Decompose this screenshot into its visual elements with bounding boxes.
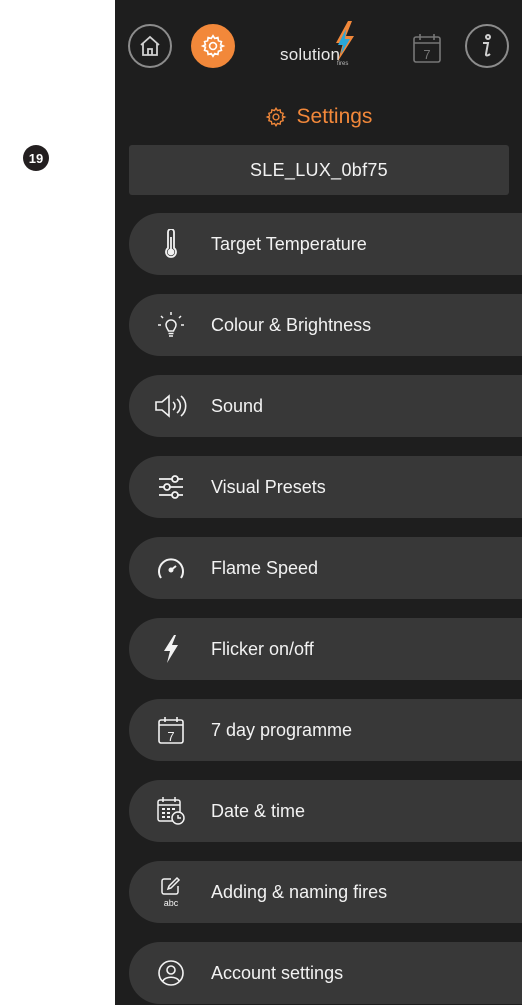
schedule-button[interactable]: 7: [412, 32, 442, 69]
edit-name-icon: abc: [153, 874, 189, 910]
gear-icon: [265, 107, 286, 127]
logo-bolt-icon: [336, 21, 354, 61]
lightning-bolt-icon: [153, 631, 189, 667]
solution-fires-logo: solution fires: [275, 21, 375, 73]
logo-subtext: fires: [337, 61, 349, 67]
menu-item-label: 7 day programme: [211, 719, 353, 740]
menu-item-visual-presets[interactable]: Visual Presets: [129, 456, 522, 518]
menu-item-label: Colour & Brightness: [211, 314, 372, 335]
lightbulb-icon: [153, 307, 189, 343]
home-icon: [140, 35, 160, 56]
icon-abc-text: abc: [164, 898, 179, 908]
calendar-icon-day: 7: [167, 729, 174, 744]
menu-item-label: Adding & naming fires: [211, 881, 388, 902]
menu-item-adding-naming-fires[interactable]: abc Adding & naming fires: [129, 861, 522, 923]
user-icon: [153, 955, 189, 991]
menu-item-label: Flicker on/off: [211, 638, 314, 659]
top-bar: solution fires 7: [115, 0, 522, 95]
speaker-icon: [153, 388, 189, 424]
app-screen: solution fires 7 Settings SLE_LUX_0bf75 …: [115, 0, 522, 1005]
info-icon: [483, 34, 491, 57]
menu-item-label: Target Temperature: [211, 233, 367, 254]
info-button[interactable]: [465, 24, 509, 68]
menu-item-flicker[interactable]: Flicker on/off: [129, 618, 522, 680]
sliders-icon: [153, 469, 189, 505]
home-button[interactable]: [128, 24, 172, 68]
menu-item-colour-brightness[interactable]: Colour & Brightness: [129, 294, 522, 356]
settings-button[interactable]: [191, 24, 235, 68]
thermometer-icon: [153, 226, 189, 262]
menu-item-7-day-programme[interactable]: 7 7 day programme: [129, 699, 522, 761]
settings-menu: Target Temperature Colour & Brightness S…: [129, 213, 522, 1005]
menu-item-label: Visual Presets: [211, 476, 326, 497]
calendar-icon: 7: [153, 712, 189, 748]
menu-item-label: Account settings: [211, 962, 344, 983]
device-selector[interactable]: SLE_LUX_0bf75: [129, 145, 509, 195]
gear-icon: [200, 34, 226, 58]
calendar-day-text: 7: [423, 47, 430, 62]
page-title: Settings: [115, 100, 522, 134]
menu-item-sound[interactable]: Sound: [129, 375, 522, 437]
calendar-clock-icon: [153, 793, 189, 829]
menu-item-label: Date & time: [211, 800, 306, 821]
menu-item-target-temperature[interactable]: Target Temperature: [129, 213, 522, 275]
calendar-icon: 7: [413, 34, 441, 63]
menu-item-date-time[interactable]: Date & time: [129, 780, 522, 842]
speedometer-icon: [153, 550, 189, 586]
menu-item-label: Sound: [211, 395, 264, 416]
menu-item-flame-speed[interactable]: Flame Speed: [129, 537, 522, 599]
menu-item-label: Flame Speed: [211, 557, 319, 578]
menu-item-account-settings[interactable]: Account settings: [129, 942, 522, 1004]
page-title-text: Settings: [296, 105, 373, 128]
page-number-badge: 19: [23, 145, 49, 171]
